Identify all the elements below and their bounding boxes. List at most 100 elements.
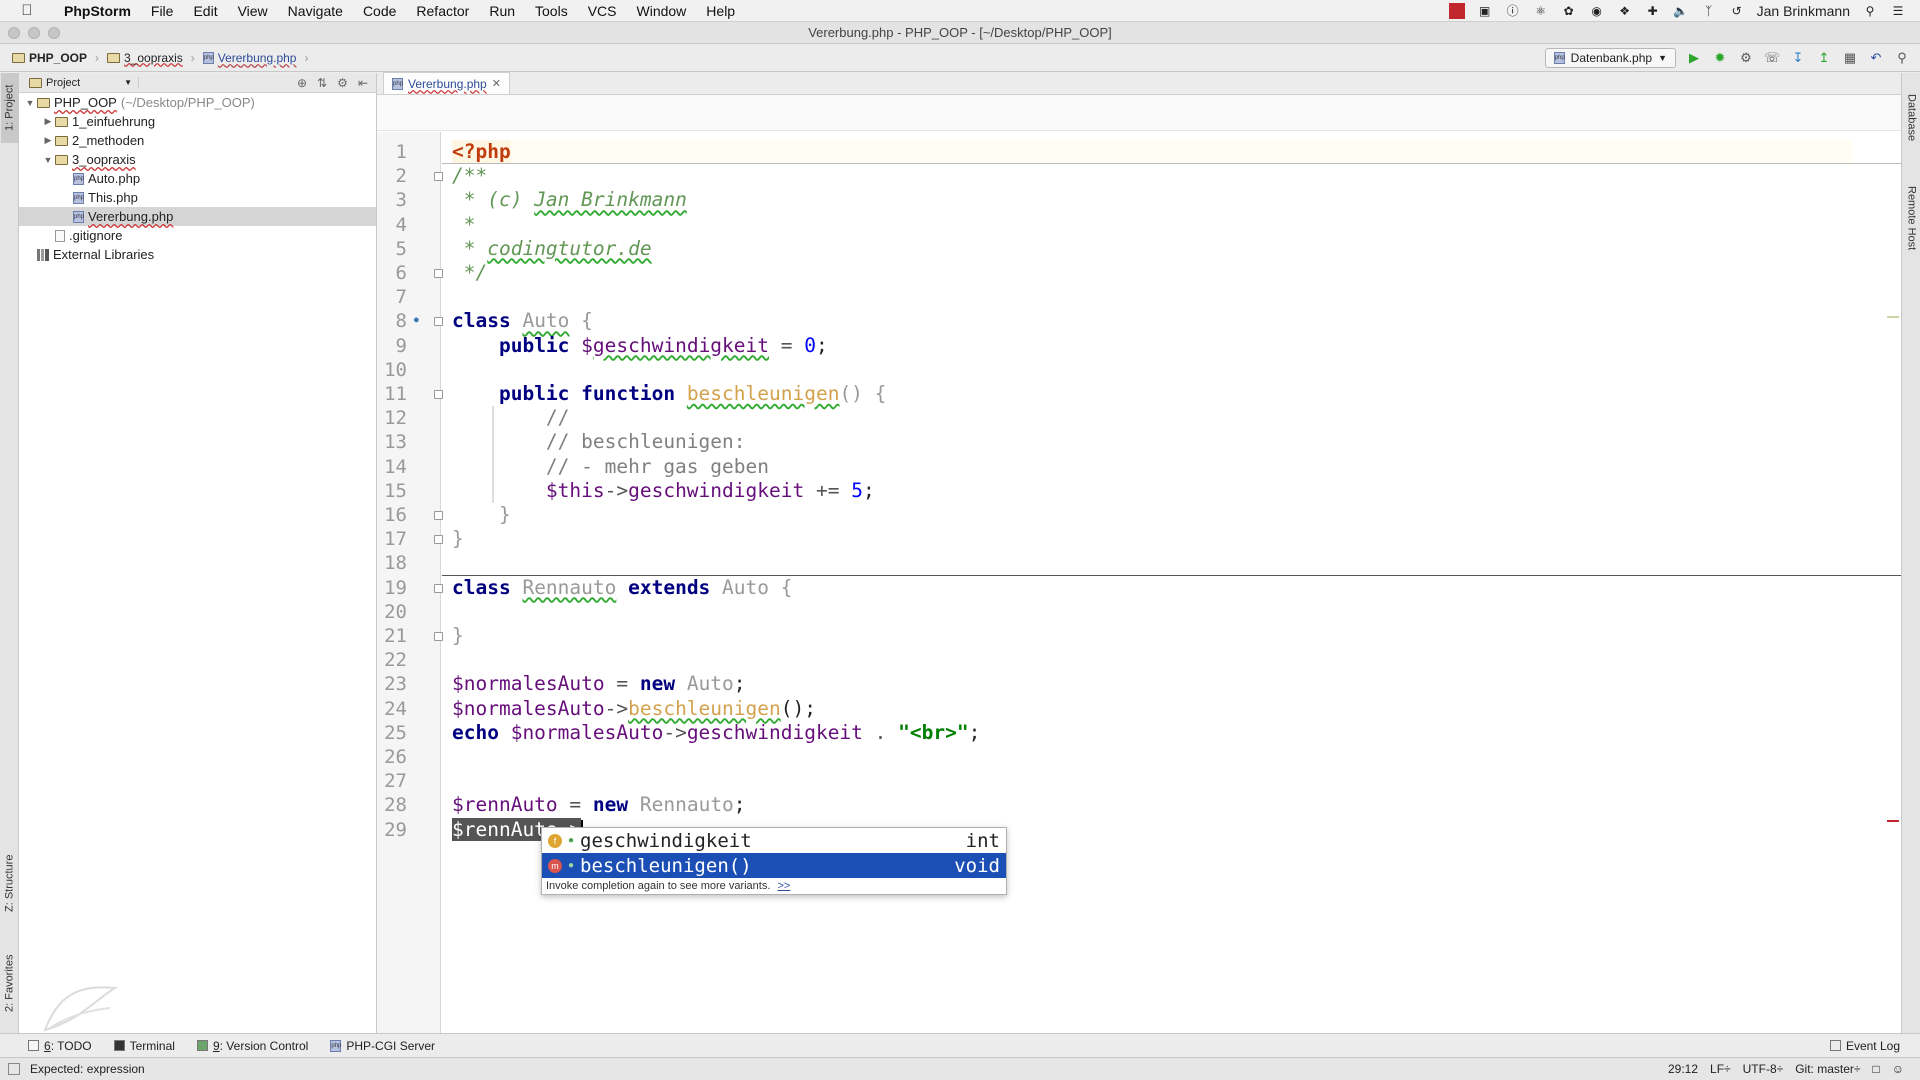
tree-item[interactable]: .gitignore <box>19 226 376 245</box>
evernote-icon[interactable]: ⚛ <box>1533 3 1549 19</box>
hide-panel-icon[interactable]: ⇤ <box>358 76 368 90</box>
code-line[interactable]: * codingtutor.de <box>452 237 1852 261</box>
code-line[interactable]: $this->geschwindigkeit += 5; <box>452 479 1852 503</box>
zoom-window-button[interactable] <box>48 27 60 39</box>
code-line[interactable]: // <box>452 406 1852 430</box>
volume-icon[interactable]: 🔈 <box>1673 3 1689 19</box>
vcs-revert-button[interactable]: ↶ <box>1868 50 1884 66</box>
leaf-icon[interactable]: ✿ <box>1561 3 1577 19</box>
vcs-commit-button[interactable]: ↥ <box>1816 50 1832 66</box>
time-machine-icon[interactable]: ↺ <box>1729 3 1745 19</box>
toggle-tool-windows-icon[interactable] <box>8 1063 20 1075</box>
tree-item[interactable]: php This.php <box>19 188 376 207</box>
editor-tab-vererbung[interactable]: php Vererbung.php ✕ <box>383 72 510 94</box>
code-line[interactable]: <?php <box>452 140 1852 164</box>
expanded-arrow-icon[interactable]: ▼ <box>23 98 37 108</box>
menu-run[interactable]: Run <box>479 3 525 19</box>
event-log-button[interactable]: Event Log <box>1829 1039 1900 1053</box>
tool-tab-database[interactable]: Database <box>1903 83 1920 153</box>
tree-item[interactable]: External Libraries <box>19 245 376 264</box>
code-line[interactable]: $normalesAuto->beschleunigen(); <box>452 697 1852 721</box>
code-line[interactable]: } <box>452 527 1852 551</box>
inspection-icon[interactable]: ☺ <box>1892 1062 1904 1076</box>
menu-window[interactable]: Window <box>627 3 697 19</box>
code-line[interactable]: $normalesAuto = new Auto; <box>452 672 1852 696</box>
app-tray-icon[interactable]: ▣ <box>1477 3 1493 19</box>
menu-help[interactable]: Help <box>696 3 745 19</box>
app-menu[interactable]: PhpStorm <box>54 3 141 19</box>
code-line[interactable]: */ <box>452 261 1852 285</box>
caret-position[interactable]: 29:12 <box>1668 1062 1698 1076</box>
more-variants-link[interactable]: >> <box>777 880 790 892</box>
expanded-arrow-icon[interactable]: ▼ <box>41 155 55 165</box>
code-line[interactable] <box>452 648 1852 672</box>
tool-tab-project[interactable]: 1: Project <box>1 73 18 143</box>
editor-gutter[interactable]: 1 2 3 4 5 6 7 8 9 10 11 12 13 14 15 16 17 18 19 20 21 22 23 24 2… <box>377 132 443 1033</box>
tree-item[interactable]: php Vererbung.php <box>19 207 376 226</box>
user-name[interactable]: Jan Brinkmann <box>1757 3 1850 19</box>
line-separator[interactable]: LF÷ <box>1710 1062 1731 1076</box>
code-line[interactable] <box>452 745 1852 769</box>
code-line[interactable] <box>452 358 1852 382</box>
tree-item[interactable]: ▶ 1_einfuehrung <box>19 112 376 131</box>
menu-code[interactable]: Code <box>353 3 406 19</box>
close-window-button[interactable] <box>8 27 20 39</box>
minimize-window-button[interactable] <box>28 27 40 39</box>
tree-item[interactable]: php Auto.php <box>19 169 376 188</box>
menu-vcs[interactable]: VCS <box>578 3 627 19</box>
listen-debug-button[interactable]: ☏ <box>1764 50 1780 66</box>
code-line[interactable]: public $geschwindigkeit = 0; <box>452 334 1852 358</box>
breadcrumb-file[interactable]: php Vererbung.php › <box>199 51 313 65</box>
code-line[interactable]: public function beschleunigen() { <box>452 382 1852 406</box>
plus-cross-icon[interactable]: ✚ <box>1645 3 1661 19</box>
menu-refactor[interactable]: Refactor <box>406 3 479 19</box>
run-button[interactable]: ▶ <box>1686 50 1702 66</box>
tool-tab-favorites[interactable]: 2: Favorites <box>1 943 18 1023</box>
tool-button-php-cgi-server[interactable]: php PHP-CGI Server <box>330 1039 435 1053</box>
code-line[interactable]: * <box>452 213 1852 237</box>
tree-item[interactable]: ▶ 2_methoden <box>19 131 376 150</box>
coverage-button[interactable]: ⚙ <box>1738 50 1754 66</box>
collapsed-arrow-icon[interactable]: ▶ <box>41 116 55 127</box>
code-line[interactable]: class Auto { <box>452 309 1852 333</box>
code-editor[interactable]: <?php/** * (c) Jan Brinkmann * * codingt… <box>442 132 1920 1033</box>
record-icon[interactable] <box>1448 2 1465 19</box>
spotlight-search-icon[interactable]: ⚲ <box>1862 3 1878 19</box>
code-line[interactable] <box>452 600 1852 624</box>
close-icon[interactable]: ✕ <box>492 77 501 90</box>
tree-item[interactable]: ▼ PHP_OOP (~/Desktop/PHP_OOP) <box>19 93 376 112</box>
apple-icon[interactable]:  <box>0 2 54 19</box>
notification-center-icon[interactable]: ☰ <box>1890 3 1906 19</box>
collapse-all-icon[interactable]: ⇅ <box>317 76 327 90</box>
code-line[interactable] <box>452 769 1852 793</box>
eye-icon[interactable]: ◉ <box>1589 3 1605 19</box>
tool-button-terminal[interactable]: Terminal <box>113 1039 175 1053</box>
menu-navigate[interactable]: Navigate <box>278 3 353 19</box>
menu-file[interactable]: File <box>141 3 184 19</box>
code-line[interactable]: // beschleunigen: <box>452 430 1852 454</box>
git-branch[interactable]: Git: master÷ <box>1795 1062 1860 1076</box>
overrides-icon[interactable]: ● <box>413 314 420 326</box>
scroll-from-source-icon[interactable]: ⊕ <box>297 76 307 90</box>
tool-button-todo[interactable]: 6: TODO <box>28 1039 92 1053</box>
warning-mark[interactable] <box>1887 316 1899 318</box>
tool-tab-remote-host[interactable]: Remote Host <box>1903 173 1920 263</box>
tree-item[interactable]: ▼ 3_oopraxis <box>19 150 376 169</box>
dropbox-icon[interactable]: ❖ <box>1617 3 1633 19</box>
search-everywhere-icon[interactable]: ⚲ <box>1894 50 1910 66</box>
breadcrumb-folder[interactable]: 3_oopraxis › <box>103 51 199 65</box>
code-line[interactable]: echo $normalesAuto->geschwindigkeit . "<… <box>452 721 1852 745</box>
menu-tools[interactable]: Tools <box>525 3 578 19</box>
breadcrumb-project[interactable]: PHP_OOP › <box>8 51 103 65</box>
collapsed-arrow-icon[interactable]: ▶ <box>41 135 55 146</box>
code-line[interactable]: } <box>452 624 1852 648</box>
error-mark[interactable] <box>1887 820 1899 822</box>
tool-tab-structure[interactable]: Z: Structure <box>1 843 18 923</box>
vcs-update-button[interactable]: ↧ <box>1790 50 1806 66</box>
code-line[interactable]: /** <box>452 164 1852 188</box>
gear-icon[interactable]: ⚙ <box>337 76 348 90</box>
run-configuration-select[interactable]: php Datenbank.php ▼ <box>1544 47 1676 68</box>
code-line[interactable]: * (c) Jan Brinkmann <box>452 188 1852 212</box>
code-line[interactable]: class Rennauto extends Auto { <box>452 576 1852 600</box>
debug-button[interactable]: ✹ <box>1712 50 1728 66</box>
